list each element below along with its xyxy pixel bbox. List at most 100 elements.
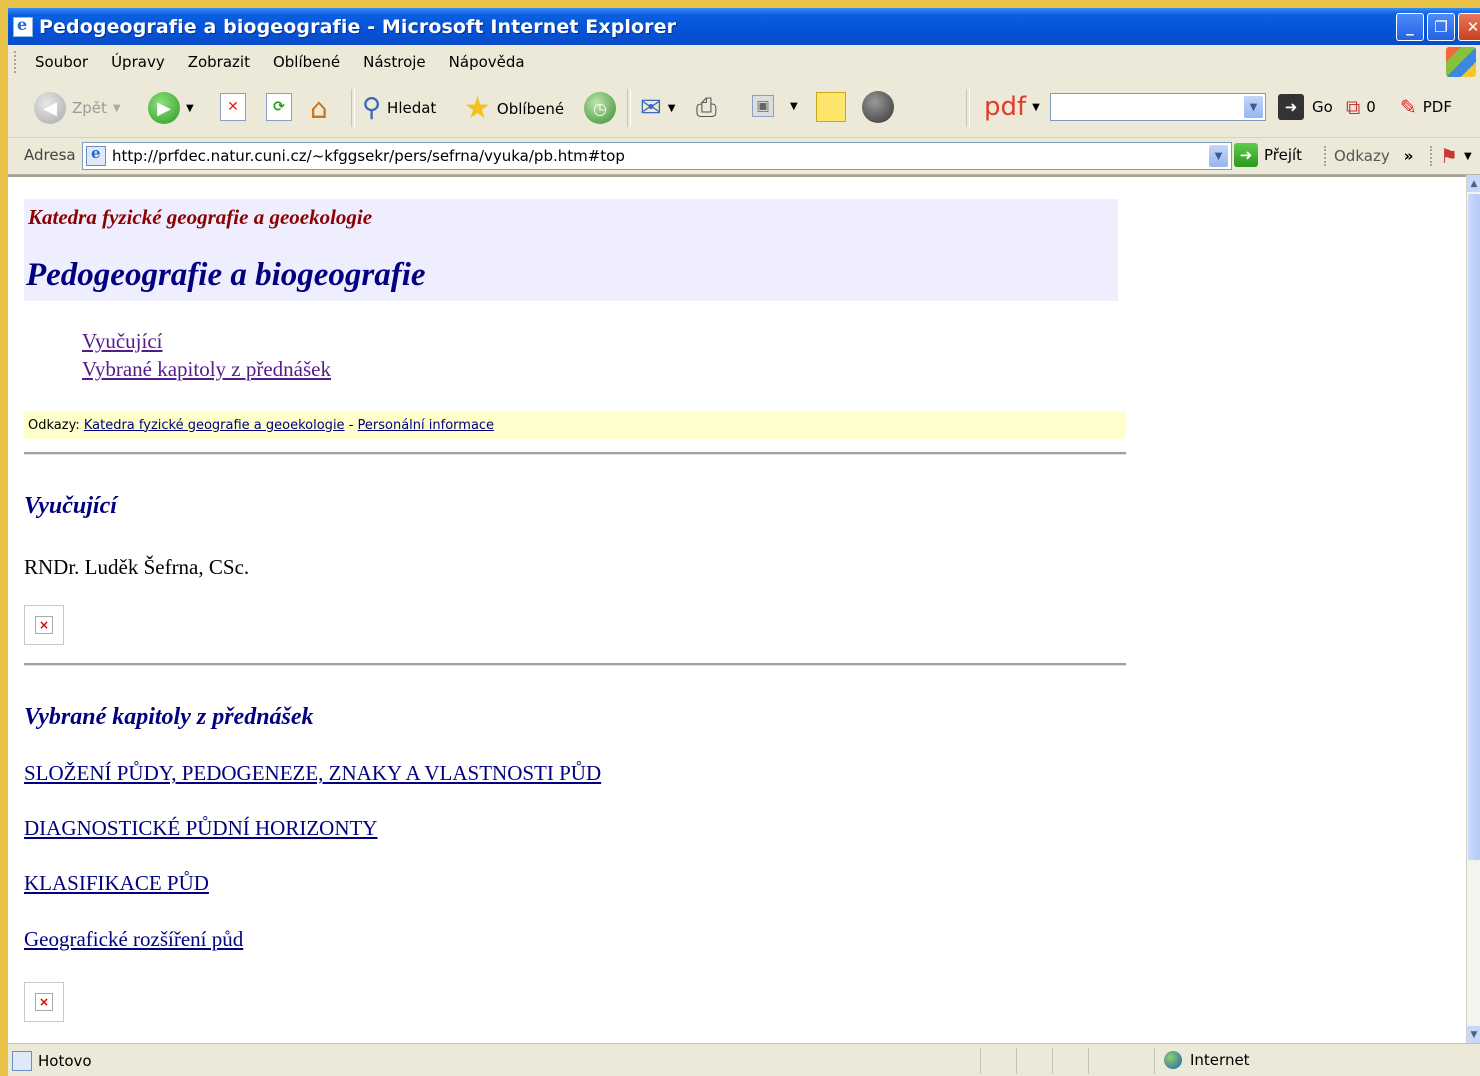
scroll-down-icon[interactable]: ▼ bbox=[1467, 1026, 1480, 1043]
messenger-icon bbox=[862, 91, 894, 123]
go-button[interactable]: ➜ Přejít bbox=[1234, 143, 1302, 167]
menu-soubor[interactable]: Soubor bbox=[35, 53, 88, 71]
page-viewport: Katedra fyzické geografie a geoekologie … bbox=[8, 175, 1466, 1045]
menu-nastroje[interactable]: Nástroje bbox=[363, 53, 426, 71]
pdf-export-label: PDF bbox=[1422, 98, 1452, 116]
status-pane-divider bbox=[1088, 1048, 1089, 1074]
section-heading-kapitoly: Vybrané kapitoly z přednášek bbox=[24, 704, 314, 730]
chapter-link-diagnosticke-horizonty[interactable]: DIAGNOSTICKÉ PŮDNÍ HORIZONTY bbox=[24, 816, 377, 840]
chapter-link-geograficke-rozsireni[interactable]: Geografické rozšíření půd bbox=[24, 927, 243, 951]
minimize-button[interactable]: _ bbox=[1396, 13, 1424, 41]
back-label: Zpět bbox=[72, 99, 107, 117]
printer-icon: ⎙ bbox=[696, 93, 717, 123]
star-icon: ★ bbox=[464, 91, 491, 126]
back-dropdown-icon[interactable]: ▼ bbox=[113, 103, 121, 114]
link-personalni-informace[interactable]: Personální informace bbox=[358, 418, 495, 433]
home-icon: ⌂ bbox=[310, 92, 328, 125]
toolbar-separator bbox=[966, 89, 970, 127]
pdf-menu[interactable]: pdf ▼ bbox=[984, 92, 1040, 122]
mail-dropdown-icon[interactable]: ▼ bbox=[668, 103, 676, 114]
address-label: Adresa bbox=[24, 146, 76, 164]
clipboard-icon: ⧉ bbox=[1346, 95, 1361, 119]
toolbar-separator bbox=[351, 89, 355, 127]
standard-toolbar: ◀ Zpět ▼ ▶ ▼ ✕ ⟳ ⌂ ⚲ Hledat ★ Oblíbené ◷ bbox=[8, 79, 1480, 138]
teacher-name: RNDr. Luděk Šefrna, CSc. bbox=[24, 555, 250, 579]
ie-app-icon bbox=[13, 15, 33, 37]
links-separator: - bbox=[344, 417, 358, 433]
menu-upravy[interactable]: Úpravy bbox=[111, 53, 165, 71]
status-pane-divider bbox=[1052, 1048, 1053, 1074]
search-button[interactable]: ⚲ Hledat bbox=[362, 93, 436, 123]
translate-icon: ⚑ bbox=[1440, 144, 1458, 168]
chapter-link-klasifikace-pud[interactable]: KLASIFIKACE PŮD bbox=[24, 871, 209, 895]
back-button[interactable]: ◀ Zpět ▼ bbox=[34, 92, 121, 124]
edit-dropdown-icon[interactable]: ▼ bbox=[790, 101, 798, 112]
go-arrow-icon: ➜ bbox=[1234, 143, 1258, 167]
links-toolbar[interactable]: Odkazy » bbox=[1324, 146, 1413, 166]
address-url[interactable]: http://prfdec.natur.cuni.cz/~kfggsekr/pe… bbox=[112, 147, 625, 165]
links-label: Odkazy bbox=[1334, 147, 1390, 165]
history-button[interactable]: ◷ bbox=[584, 92, 616, 124]
pdf-dropdown-icon[interactable]: ▼ bbox=[1032, 102, 1040, 113]
forward-dropdown-icon[interactable]: ▼ bbox=[186, 103, 194, 114]
toc-link-vyucujici[interactable]: Vyučující bbox=[82, 327, 331, 355]
forward-button[interactable]: ▶ ▼ bbox=[148, 92, 194, 124]
close-button[interactable]: ✕ bbox=[1458, 13, 1480, 41]
scroll-thumb[interactable] bbox=[1468, 194, 1480, 860]
menu-bar: Soubor Úpravy Zobrazit Oblíbené Nástroje… bbox=[8, 45, 1480, 80]
table-of-contents: Vyučující Vybrané kapitoly z přednášek bbox=[82, 327, 331, 383]
favorites-button[interactable]: ★ Oblíbené bbox=[464, 91, 564, 126]
vertical-scrollbar[interactable]: ▲ ▼ bbox=[1466, 175, 1480, 1043]
chapter-link-slozeni-pudy[interactable]: SLOŽENÍ PŮDY, PEDOGENEZE, ZNAKY A VLASTN… bbox=[24, 761, 601, 785]
go-label: Go bbox=[1312, 98, 1333, 116]
refresh-button[interactable]: ⟳ bbox=[266, 93, 292, 121]
toc-link-kapitoly[interactable]: Vybrané kapitoly z přednášek bbox=[82, 355, 331, 383]
status-bar: Hotovo Internet bbox=[8, 1043, 1480, 1076]
window-controls: _ ❐ ✕ bbox=[1396, 13, 1480, 41]
links-more-icon[interactable]: » bbox=[1404, 147, 1414, 165]
extra-button[interactable]: ⚑ ▼ bbox=[1430, 144, 1472, 168]
toolbar-grip bbox=[1324, 146, 1326, 166]
address-bar: Adresa http://prfdec.natur.cuni.cz/~kfgg… bbox=[8, 138, 1480, 175]
menu-napoveda[interactable]: Nápověda bbox=[449, 53, 525, 71]
broken-image-icon: × bbox=[24, 982, 64, 1022]
search-icon: ⚲ bbox=[362, 93, 382, 123]
menu-zobrazit[interactable]: Zobrazit bbox=[188, 53, 250, 71]
back-arrow-icon: ◀ bbox=[34, 92, 66, 124]
chapter-item: DIAGNOSTICKÉ PŮDNÍ HORIZONTY bbox=[24, 816, 377, 841]
pdf-export-button[interactable]: ✎ PDF bbox=[1400, 95, 1452, 119]
discuss-button[interactable] bbox=[816, 92, 846, 122]
search-label: Hledat bbox=[387, 99, 437, 117]
home-button[interactable]: ⌂ bbox=[310, 92, 328, 125]
link-katedra[interactable]: Katedra fyzické geografie a geoekologie bbox=[84, 418, 345, 433]
page-icon bbox=[86, 144, 106, 166]
status-pane-divider bbox=[1154, 1048, 1155, 1074]
pdf-search-field[interactable]: ▼ bbox=[1050, 93, 1266, 121]
restore-button[interactable]: ❐ bbox=[1427, 13, 1455, 41]
counter-value: 0 bbox=[1366, 98, 1376, 116]
edit-button[interactable]: ▣ ▼ bbox=[752, 95, 798, 117]
messenger-button[interactable] bbox=[862, 91, 894, 123]
counter-button[interactable]: ⧉ 0 bbox=[1346, 95, 1376, 119]
address-field[interactable]: http://prfdec.natur.cuni.cz/~kfggsekr/pe… bbox=[82, 142, 1232, 170]
security-zone: Internet bbox=[1164, 1051, 1250, 1069]
toolbar-separator bbox=[627, 89, 631, 127]
pdf-label: pdf bbox=[984, 92, 1027, 122]
pdf-search-dropdown-icon[interactable]: ▼ bbox=[1244, 96, 1263, 118]
chapter-item: SLOŽENÍ PŮDY, PEDOGENEZE, ZNAKY A VLASTN… bbox=[24, 761, 601, 786]
status-pane-divider bbox=[980, 1048, 981, 1074]
page-status-icon bbox=[12, 1051, 32, 1071]
pdf-go-button[interactable]: ➜ Go bbox=[1278, 94, 1333, 120]
print-button[interactable]: ⎙ bbox=[696, 93, 717, 124]
note-icon bbox=[816, 92, 846, 122]
address-dropdown-icon[interactable]: ▼ bbox=[1209, 145, 1228, 167]
extra-dropdown-icon[interactable]: ▼ bbox=[1464, 151, 1472, 162]
department-title: Katedra fyzické geografie a geoekologie bbox=[28, 205, 373, 229]
menu-oblibene[interactable]: Oblíbené bbox=[273, 53, 340, 71]
stop-button[interactable]: ✕ bbox=[220, 93, 246, 121]
mail-button[interactable]: ✉ ▼ bbox=[640, 93, 676, 123]
globe-icon bbox=[1164, 1051, 1182, 1069]
scroll-up-icon[interactable]: ▲ bbox=[1467, 175, 1480, 192]
zone-label: Internet bbox=[1190, 1051, 1250, 1069]
refresh-icon: ⟳ bbox=[266, 93, 292, 121]
